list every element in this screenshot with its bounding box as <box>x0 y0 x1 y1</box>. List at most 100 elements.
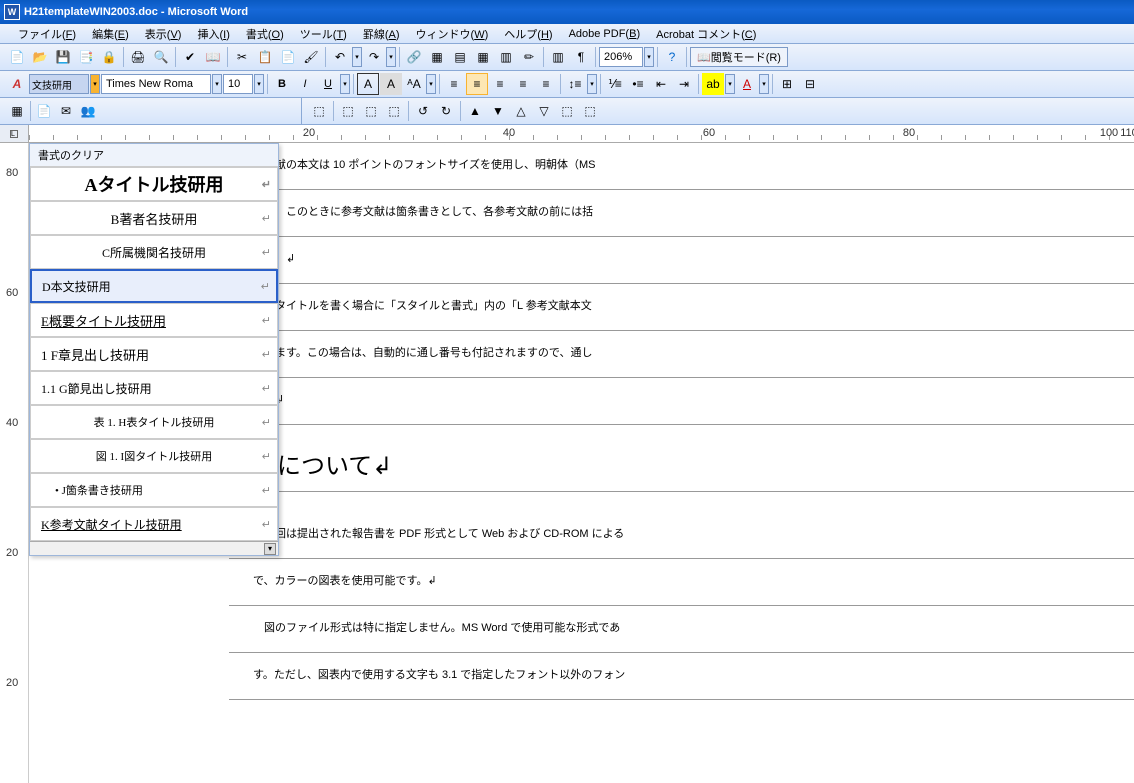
columns-button[interactable]: ▥ <box>495 46 517 68</box>
showhide-button[interactable]: ¶ <box>570 46 592 68</box>
help-button[interactable]: ? <box>661 46 683 68</box>
save-button[interactable]: 💾 <box>52 46 74 68</box>
tables-borders-button[interactable]: ▦ <box>426 46 448 68</box>
outline-button[interactable]: ▦ <box>6 100 28 122</box>
style-item-0[interactable]: Aタイトル技研用↵ <box>30 167 278 201</box>
bold-button[interactable]: B <box>271 73 293 95</box>
align-left-button[interactable]: ≡ <box>443 73 465 95</box>
undo-dropdown[interactable]: ▾ <box>352 47 362 67</box>
border-button[interactable]: A <box>357 73 379 95</box>
style-item-8[interactable]: 図 1. I図タイトル技研用↵ <box>30 439 278 473</box>
menu-insert[interactable]: 挿入(I) <box>189 24 237 44</box>
doc-line[interactable]: 考文献の本文は 10 ポイントのフォントサイズを使用し、明朝体（MS <box>229 143 1134 190</box>
doc-line[interactable]: す。ただし、図表内で使用する文字も 3.1 で指定したフォント以外のフォン <box>229 653 1134 700</box>
group-button[interactable]: ⬚ <box>337 100 359 122</box>
linespacing-button[interactable]: ↕≡ <box>564 73 586 95</box>
distribute-button[interactable]: ≡ <box>535 73 557 95</box>
styles-pane-button[interactable]: A <box>6 73 28 95</box>
doc-line[interactable]: ん。↲ <box>229 378 1134 425</box>
font-box[interactable]: Times New Roma <box>101 74 211 94</box>
ruler-scale[interactable]: 20406080100110 <box>29 125 1134 142</box>
readmode-button[interactable]: 📖閲覧モード(R) <box>690 47 788 67</box>
zoom-dropdown[interactable]: ▾ <box>644 47 654 67</box>
decrease-indent-button[interactable]: ⇤ <box>650 73 672 95</box>
send-backward-button[interactable]: ▽ <box>533 100 555 122</box>
style-dropdown[interactable]: ▾ <box>90 74 100 94</box>
pdfreview-button[interactable]: 👥 <box>77 100 99 122</box>
permission-button[interactable]: 🔒 <box>98 46 120 68</box>
highlight-dropdown[interactable]: ▾ <box>725 74 735 94</box>
research-button[interactable]: 📖 <box>202 46 224 68</box>
select-mode-button[interactable]: ⬚ <box>308 100 330 122</box>
doc-line[interactable]: 図のファイル形式は特に指定しません。MS Word で使用可能な形式であ <box>229 606 1134 653</box>
undo-button[interactable]: ↶ <box>329 46 351 68</box>
style-item-5[interactable]: 1 F章見出し技研用↵ <box>30 337 278 371</box>
doc-line[interactable]: さい。↲ <box>229 237 1134 284</box>
text-back-button[interactable]: ⬚ <box>579 100 601 122</box>
menu-file[interactable]: ファイル(F) <box>10 24 84 44</box>
increase-indent-button[interactable]: ⇥ <box>673 73 695 95</box>
menu-help[interactable]: ヘルプ(H) <box>496 24 560 44</box>
ruby-button[interactable]: ᴬA <box>403 73 425 95</box>
doc-line[interactable]: 今回は提出された報告書を PDF 形式として Web および CD-ROM によ… <box>229 512 1134 559</box>
doc-line[interactable] <box>229 425 1134 445</box>
charshade-button[interactable]: A <box>380 73 402 95</box>
font-dropdown[interactable]: ▾ <box>212 74 222 94</box>
doc-line[interactable]: されます。この場合は、自動的に通し番号も付記されますので、通し <box>229 331 1134 378</box>
vertical-ruler[interactable]: 8060402020 <box>0 143 29 783</box>
rotate-left-button[interactable]: ↺ <box>412 100 434 122</box>
format-painter-button[interactable]: 🖌 <box>300 46 322 68</box>
justify-button[interactable]: ≡ <box>512 73 534 95</box>
pdf-button[interactable]: 📄 <box>33 100 55 122</box>
align-right-button[interactable]: ≡ <box>489 73 511 95</box>
docmap-button[interactable]: ▥ <box>547 46 569 68</box>
bring-forward-button[interactable]: △ <box>510 100 532 122</box>
style-item-2[interactable]: C所属機関名技研用↵ <box>30 235 278 269</box>
style-item-9[interactable]: • J箇条書き技研用↵ <box>30 473 278 507</box>
menu-tools[interactable]: ツール(T) <box>292 24 355 44</box>
linespacing-dropdown[interactable]: ▾ <box>587 74 597 94</box>
doc-line[interactable]: 表のタイトルを書く場合に「スタイルと書式」内の「L 参考文献本文 <box>229 284 1134 331</box>
vertical-text-button[interactable]: ⊟ <box>799 73 821 95</box>
doc-line[interactable]: 図表について↲ <box>229 445 1134 492</box>
zoom-box[interactable]: 206% <box>599 47 643 67</box>
menu-adobe[interactable]: Adobe PDF(B) <box>561 26 649 42</box>
underline-dropdown[interactable]: ▾ <box>340 74 350 94</box>
fontcolor-dropdown[interactable]: ▾ <box>759 74 769 94</box>
align-center-button[interactable]: ≡ <box>466 73 488 95</box>
excel-button[interactable]: ▦ <box>472 46 494 68</box>
menu-format[interactable]: 書式(O) <box>238 24 292 44</box>
bring-front-button[interactable]: ▲ <box>464 100 486 122</box>
copy-button[interactable]: 📋 <box>254 46 276 68</box>
underline-button[interactable]: U <box>317 73 339 95</box>
fontcolor-button[interactable]: A <box>736 73 758 95</box>
highlight-button[interactable]: ab <box>702 73 724 95</box>
char-dropdown[interactable]: ▾ <box>426 74 436 94</box>
menu-edit[interactable]: 編集(E) <box>84 24 137 44</box>
style-item-6[interactable]: 1.1 G節見出し技研用↵ <box>30 371 278 405</box>
regroup-button[interactable]: ⬚ <box>383 100 405 122</box>
text-front-button[interactable]: ⬚ <box>556 100 578 122</box>
ungroup-button[interactable]: ⬚ <box>360 100 382 122</box>
size-dropdown[interactable]: ▾ <box>254 74 264 94</box>
style-item-4[interactable]: E概要タイトル技研用↵ <box>30 303 278 337</box>
doc-line[interactable] <box>229 492 1134 512</box>
redo-dropdown[interactable]: ▾ <box>386 47 396 67</box>
styles-scroll[interactable]: ▾ <box>30 541 278 555</box>
doc-line[interactable]: さい。このときに参考文献は箇条書きとして、各参考文献の前には括 <box>229 190 1134 237</box>
italic-button[interactable]: I <box>294 73 316 95</box>
grid-button[interactable]: ⊞ <box>776 73 798 95</box>
send-back-button[interactable]: ▼ <box>487 100 509 122</box>
menu-window[interactable]: ウィンドウ(W) <box>408 24 497 44</box>
drawing-button[interactable]: ✏ <box>518 46 540 68</box>
menu-view[interactable]: 表示(V) <box>137 24 190 44</box>
style-clear-formatting[interactable]: 書式のクリア <box>30 144 278 167</box>
spellcheck-button[interactable]: ✔ <box>179 46 201 68</box>
cut-button[interactable]: ✂ <box>231 46 253 68</box>
redo-button[interactable]: ↷ <box>363 46 385 68</box>
saveall-button[interactable]: 📑 <box>75 46 97 68</box>
rotate-right-button[interactable]: ↻ <box>435 100 457 122</box>
numbering-button[interactable]: ⅟≡ <box>604 73 626 95</box>
style-item-10[interactable]: K参考文献タイトル技研用↵ <box>30 507 278 541</box>
open-button[interactable]: 📂 <box>29 46 51 68</box>
